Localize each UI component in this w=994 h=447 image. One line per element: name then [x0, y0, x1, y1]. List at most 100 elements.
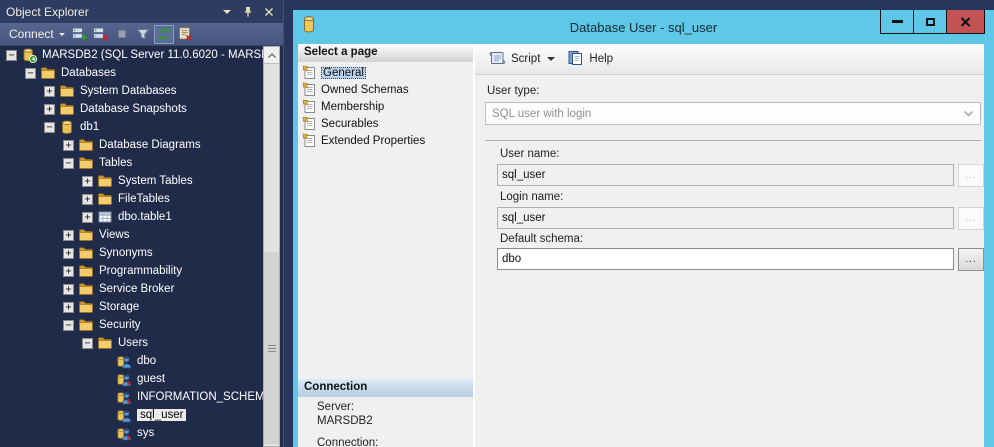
- database-icon: [302, 15, 316, 39]
- disconnect-server-icon[interactable]: [91, 25, 111, 44]
- dialog-body: Select a page GeneralOwned SchemasMember…: [298, 44, 984, 447]
- server-database-icon: [21, 47, 37, 63]
- connect-label: Connect: [9, 27, 54, 41]
- database-icon: [59, 119, 75, 135]
- tree-item-db1[interactable]: −db1: [0, 118, 283, 136]
- dialog-titlebar[interactable]: Database User - sql_user: [293, 10, 994, 44]
- tree-item-label: Views: [99, 229, 129, 241]
- tree-item-system-tables[interactable]: + System Tables: [0, 172, 283, 190]
- connect-server-icon[interactable]: [70, 25, 90, 44]
- expand-icon[interactable]: +: [63, 140, 74, 151]
- default-schema-browse-button[interactable]: ...: [958, 248, 984, 271]
- page-item-membership[interactable]: Membership: [298, 98, 473, 115]
- user-disabled-icon: [116, 425, 132, 441]
- page-item-securables[interactable]: Securables: [298, 115, 473, 132]
- user-type-value: SQL user with login: [492, 108, 591, 120]
- delete-script-icon[interactable]: [175, 25, 195, 44]
- page-item-general[interactable]: General: [298, 64, 473, 81]
- tree-item-dbo[interactable]: dbo: [0, 352, 283, 370]
- help-button[interactable]: Help: [563, 47, 617, 72]
- tree-item-label: guest: [137, 373, 165, 385]
- close-icon[interactable]: [261, 4, 277, 20]
- expand-icon[interactable]: +: [63, 266, 74, 277]
- tree-item-information-schema[interactable]: INFORMATION_SCHEMA: [0, 388, 283, 406]
- tree-scrollbar[interactable]: [263, 46, 280, 447]
- workspace-background: Database User - sql_user Select a page G…: [284, 0, 994, 447]
- tree-item-sys[interactable]: sys: [0, 424, 283, 442]
- chevron-down-icon[interactable]: [547, 57, 555, 65]
- window-position-icon[interactable]: [219, 4, 235, 20]
- default-schema-label: Default schema:: [500, 233, 583, 245]
- pin-icon[interactable]: [240, 4, 256, 20]
- connect-button[interactable]: Connect: [5, 26, 69, 42]
- tree-item-dbo-table1[interactable]: +dbo.table1: [0, 208, 283, 226]
- expand-icon[interactable]: +: [63, 230, 74, 241]
- table-icon: [97, 209, 113, 225]
- page-item-owned-schemas[interactable]: Owned Schemas: [298, 81, 473, 98]
- tree-item-programmability[interactable]: +Programmability: [0, 262, 283, 280]
- chevron-down-icon: [59, 33, 65, 39]
- minimize-icon[interactable]: [881, 10, 913, 33]
- login-name-browse-button[interactable]: ...: [958, 207, 984, 230]
- expand-icon[interactable]: +: [44, 104, 55, 115]
- user-name-input[interactable]: [497, 164, 954, 186]
- tree-item-service-broker[interactable]: +Service Broker: [0, 280, 283, 298]
- page-item-extended-properties[interactable]: Extended Properties: [298, 132, 473, 149]
- tree-item-marsdb2-sql-server-11-0-6020-marsd[interactable]: −MARSDB2 (SQL Server 11.0.6020 - MARSD: [0, 46, 283, 64]
- folder-icon: [59, 83, 75, 99]
- folder-icon: [97, 335, 113, 351]
- folder-icon: [97, 191, 113, 207]
- expand-icon[interactable]: +: [82, 212, 93, 223]
- login-name-label: Login name:: [500, 191, 563, 203]
- collapse-icon[interactable]: −: [82, 338, 93, 349]
- close-icon[interactable]: [946, 10, 984, 33]
- user-type-select[interactable]: SQL user with login: [485, 102, 981, 125]
- tree-item-label: System Tables: [118, 175, 193, 187]
- expand-icon[interactable]: +: [82, 176, 93, 187]
- tree-item-tables[interactable]: −Tables: [0, 154, 283, 172]
- tree-item-guest[interactable]: guest: [0, 370, 283, 388]
- login-name-input[interactable]: [497, 207, 954, 229]
- expand-icon[interactable]: +: [63, 248, 74, 259]
- tree-item-system-databases[interactable]: +System Databases: [0, 82, 283, 100]
- collapse-icon[interactable]: −: [6, 50, 17, 61]
- object-explorer-toolbar: Connect: [0, 23, 283, 46]
- tree-item-users[interactable]: −Users: [0, 334, 283, 352]
- folder-icon: [78, 227, 94, 243]
- collapse-icon[interactable]: −: [44, 122, 55, 133]
- expand-icon[interactable]: +: [82, 194, 93, 205]
- tree-item-security[interactable]: −Security: [0, 316, 283, 334]
- script-icon: [488, 50, 506, 69]
- expand-icon[interactable]: +: [44, 86, 55, 97]
- script-button[interactable]: Script: [484, 47, 544, 72]
- stop-icon: [112, 25, 132, 44]
- dialog-main-pane: Script Help: [475, 44, 984, 447]
- scrollbar-thumb[interactable]: [264, 252, 279, 444]
- tree-item-sql-user[interactable]: sql_user: [0, 406, 283, 424]
- tree-item-synonyms[interactable]: +Synonyms: [0, 244, 283, 262]
- tree-item-views[interactable]: + Views: [0, 226, 283, 244]
- filter-icon[interactable]: [133, 25, 153, 44]
- default-schema-input[interactable]: [497, 248, 954, 270]
- tree-item-label: INFORMATION_SCHEMA: [137, 391, 272, 403]
- object-explorer-toolbar-icons: [69, 25, 195, 44]
- scroll-up-icon[interactable]: [264, 47, 279, 64]
- tree-item-label: Databases: [61, 67, 116, 79]
- tree-item-filetables[interactable]: +FileTables: [0, 190, 283, 208]
- refresh-icon[interactable]: [154, 25, 174, 44]
- folder-icon: [78, 137, 94, 153]
- expand-icon[interactable]: +: [63, 302, 74, 313]
- window-buttons: [880, 10, 985, 34]
- ssms-screen: Object Explorer Connect −MARSDB2 (: [0, 0, 994, 447]
- user-disabled-icon: [116, 371, 132, 387]
- user-name-browse-button[interactable]: ...: [958, 164, 984, 187]
- maximize-icon[interactable]: [913, 10, 946, 33]
- collapse-icon[interactable]: −: [63, 320, 74, 331]
- expand-icon[interactable]: +: [63, 284, 74, 295]
- collapse-icon[interactable]: −: [25, 68, 36, 79]
- tree-item-storage[interactable]: +Storage: [0, 298, 283, 316]
- tree-item-database-snapshots[interactable]: +Database Snapshots: [0, 100, 283, 118]
- tree-item-databases[interactable]: − Databases: [0, 64, 283, 82]
- collapse-icon[interactable]: −: [63, 158, 74, 169]
- tree-item-database-diagrams[interactable]: +Database Diagrams: [0, 136, 283, 154]
